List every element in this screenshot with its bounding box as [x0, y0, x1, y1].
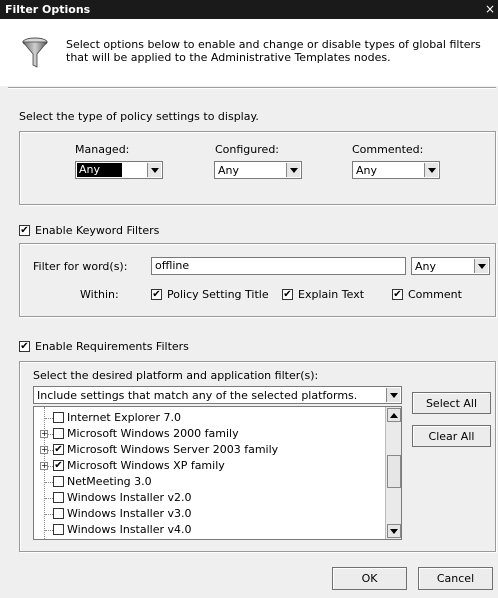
check-icon: ✔	[54, 443, 63, 455]
commented-value: Any	[356, 164, 378, 177]
comment-label: Comment	[408, 288, 462, 301]
tree-item-label: Microsoft Windows XP family	[67, 459, 225, 472]
tree-line	[45, 514, 53, 515]
tree-item[interactable]: Windows Installer v3.0	[34, 506, 364, 522]
check-icon: ✔	[20, 224, 29, 236]
tree-item[interactable]: Windows Installer v2.0	[34, 490, 364, 506]
comment-checkbox[interactable]: ✔	[392, 289, 403, 300]
enable-keyword-label: Enable Keyword Filters	[35, 224, 160, 237]
check-icon: ✔	[20, 340, 29, 352]
policy-title-label: Policy Setting Title	[167, 288, 269, 301]
expand-icon[interactable]: +	[40, 446, 48, 454]
tree-item-label: NetMeeting 3.0	[67, 475, 152, 488]
select-all-button[interactable]: Select All	[412, 392, 491, 414]
enable-requirements-label: Enable Requirements Filters	[35, 340, 189, 353]
comment-row: ✔ Comment	[392, 288, 462, 301]
dialog-title: Filter Options	[5, 3, 91, 16]
scroll-up-button[interactable]	[387, 408, 401, 422]
chevron-down-icon[interactable]	[147, 163, 161, 177]
policy-type-heading: Select the type of policy settings to di…	[19, 110, 259, 123]
tree-item-checkbox[interactable]: ✔	[53, 444, 64, 455]
match-mode-select[interactable]: Include settings that match any of the s…	[33, 386, 402, 404]
enable-keyword-checkbox[interactable]: ✔	[19, 225, 30, 236]
filter-words-label: Filter for word(s):	[33, 260, 128, 273]
tree-item[interactable]: Windows Installer v4.0	[34, 522, 364, 538]
tree-line	[45, 418, 53, 419]
tree-line	[45, 530, 53, 531]
tree-line	[45, 482, 53, 483]
configured-select[interactable]: Any	[214, 161, 302, 179]
platform-tree[interactable]: Internet Explorer 7.0 + Microsoft Windows …	[33, 406, 402, 540]
ok-button[interactable]: OK	[332, 567, 407, 590]
chevron-down-icon[interactable]	[286, 163, 300, 177]
cancel-button[interactable]: Cancel	[418, 567, 493, 590]
expand-icon[interactable]: +	[40, 430, 48, 438]
managed-select[interactable]: Any	[75, 161, 163, 179]
configured-value: Any	[218, 164, 240, 177]
tree-item-label: Microsoft Windows Server 2003 family	[67, 443, 279, 456]
tree-item-checkbox[interactable]	[53, 492, 64, 503]
check-icon: ✔	[283, 288, 292, 300]
filter-words-input[interactable]	[152, 258, 405, 273]
tree-item-checkbox[interactable]	[53, 508, 64, 519]
check-icon: ✔	[393, 288, 402, 300]
dialog-description: Select options below to enable and chang…	[66, 38, 481, 64]
expand-icon[interactable]: +	[40, 462, 48, 470]
explain-text-row: ✔ Explain Text	[282, 288, 364, 301]
managed-label: Managed:	[75, 143, 130, 156]
tree-item-label: Microsoft Windows 2000 family	[67, 427, 239, 440]
tree-line	[45, 498, 53, 499]
keyword-match-value: Any	[415, 260, 437, 273]
policy-title-row: ✔ Policy Setting Title	[151, 288, 269, 301]
tree-item-checkbox[interactable]: ✔	[53, 460, 64, 471]
tree-item-label: Internet Explorer 7.0	[67, 411, 181, 424]
tree-item-checkbox[interactable]	[53, 412, 64, 423]
commented-label: Commented:	[352, 143, 424, 156]
check-icon: ✔	[152, 288, 161, 300]
tree-scrollbar[interactable]	[385, 407, 401, 539]
scroll-thumb[interactable]	[387, 455, 401, 488]
policy-title-checkbox[interactable]: ✔	[151, 289, 162, 300]
tree-item-checkbox[interactable]	[53, 476, 64, 487]
within-label: Within:	[80, 288, 119, 301]
title-bar: Filter Options ×	[0, 0, 498, 19]
chevron-down-icon[interactable]	[424, 163, 438, 177]
tree-item[interactable]: Internet Explorer 7.0	[34, 410, 364, 426]
tree-item[interactable]: + ✔ Microsoft Windows XP family	[34, 458, 364, 474]
tree-item-checkbox[interactable]	[53, 428, 64, 439]
tree-item[interactable]: NetMeeting 3.0	[34, 474, 364, 490]
scroll-down-button[interactable]	[387, 524, 401, 538]
filter-funnel-icon	[22, 37, 48, 68]
enable-keyword-row: ✔ Enable Keyword Filters	[19, 224, 159, 237]
tree-item[interactable]: + ✔ Microsoft Windows Server 2003 family	[34, 442, 364, 458]
commented-select[interactable]: Any	[352, 161, 440, 179]
explain-text-label: Explain Text	[298, 288, 365, 301]
explain-text-checkbox[interactable]: ✔	[282, 289, 293, 300]
header-separator	[8, 87, 496, 89]
filter-words-field[interactable]	[151, 257, 406, 275]
enable-requirements-checkbox[interactable]: ✔	[19, 341, 30, 352]
keyword-match-select[interactable]: Any	[411, 257, 490, 275]
enable-requirements-row: ✔ Enable Requirements Filters	[19, 340, 189, 353]
keyword-group	[19, 243, 496, 317]
tree-item-label: Windows Installer v4.0	[67, 523, 192, 536]
chevron-down-icon[interactable]	[474, 259, 488, 273]
match-mode-value: Include settings that match any of the s…	[37, 389, 358, 402]
tree-item-checkbox[interactable]	[53, 524, 64, 535]
check-icon: ✔	[54, 459, 63, 471]
configured-label: Configured:	[215, 143, 280, 156]
managed-value: Any	[77, 163, 123, 177]
tree-item[interactable]: + Microsoft Windows 2000 family	[34, 426, 364, 442]
chevron-down-icon[interactable]	[386, 388, 400, 402]
close-icon[interactable]: ×	[484, 2, 496, 16]
clear-all-button[interactable]: Clear All	[412, 425, 491, 447]
platform-heading: Select the desired platform and applicat…	[33, 369, 319, 382]
tree-item-label: Windows Installer v2.0	[67, 491, 192, 504]
tree-item-label: Windows Installer v3.0	[67, 507, 192, 520]
